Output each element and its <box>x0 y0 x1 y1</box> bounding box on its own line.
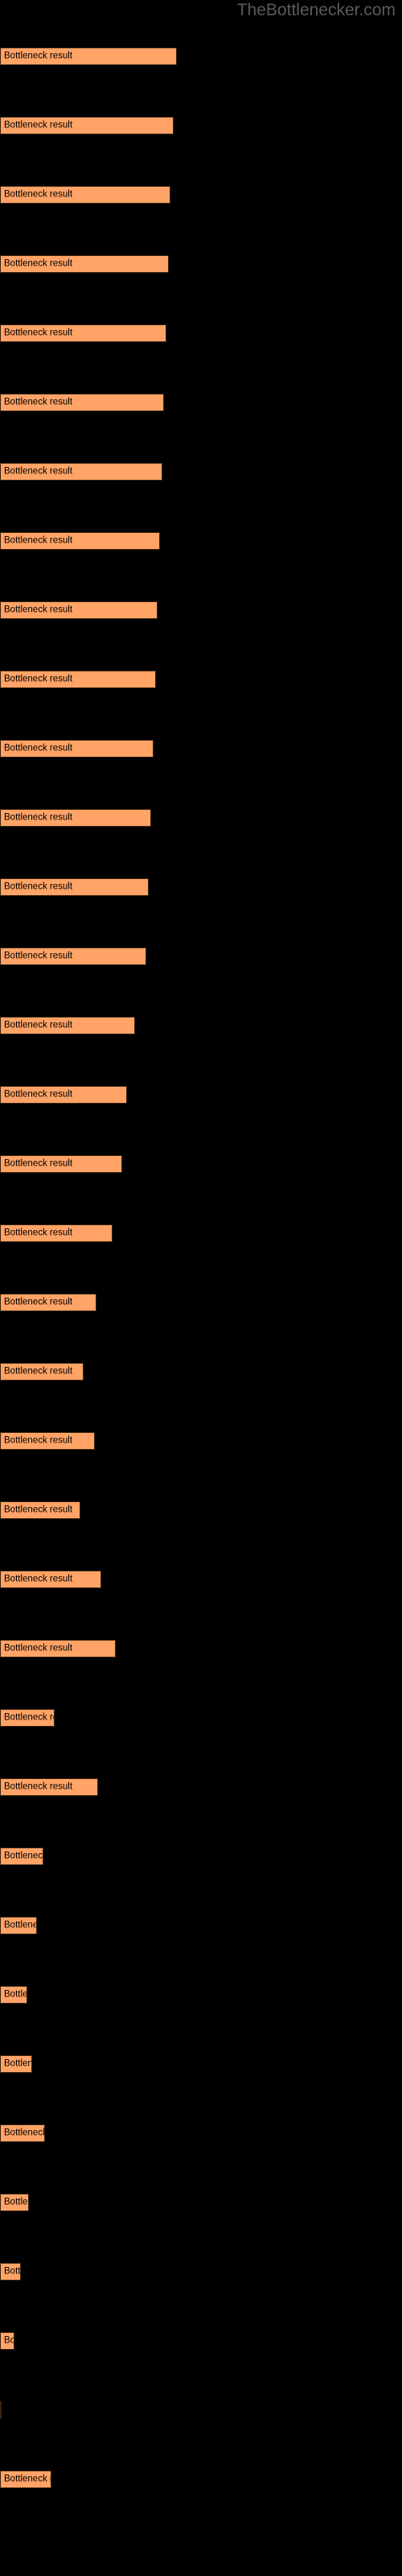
bar[interactable]: Bottleneck result <box>0 324 166 342</box>
bar[interactable]: Bottleneck result <box>0 394 164 411</box>
bar-label: Bottleneck result <box>4 881 73 892</box>
bar-label: Bottleneck result <box>4 743 73 753</box>
bar[interactable]: Bottleneck result <box>0 878 149 896</box>
bar-label: Bottleneck result <box>4 120 73 130</box>
bar[interactable]: Bottleneck result <box>0 1017 135 1034</box>
bar[interactable]: Bottleneck result <box>0 2194 29 2211</box>
bar-label: Bottleneck result <box>4 674 73 684</box>
bar[interactable]: Bottleneck result <box>0 186 170 204</box>
bar-label: Bottleneck result <box>4 1920 36 1930</box>
bar[interactable]: Bottleneck result <box>0 1917 37 1934</box>
bar[interactable]: Bottleneck result <box>0 463 162 481</box>
bar-label: Bottleneck result <box>4 189 73 200</box>
bar-label: Bottleneck result <box>4 605 73 615</box>
bar-label: Bottleneck result <box>4 535 73 546</box>
bar[interactable]: Bottleneck result <box>0 601 158 619</box>
bar[interactable]: Bottleneck result <box>0 1709 55 1727</box>
bar[interactable]: Bottleneck result <box>0 1986 27 2004</box>
bar[interactable]: Bottleneck result <box>0 809 151 827</box>
bar-label: Bottleneck result <box>4 1089 73 1100</box>
horizontal-bar-chart: Bottleneck result Bottleneck result Bottle… <box>0 0 402 2576</box>
bar[interactable]: Bottleneck result <box>0 671 156 688</box>
bar[interactable]: Bottleneck result <box>0 2332 14 2350</box>
bar[interactable]: Bottleneck result <box>0 1432 95 1450</box>
bar[interactable]: Bottleneck result <box>0 2263 21 2281</box>
bar-label: Bottleneck result <box>4 2335 14 2346</box>
bar-label: Bottleneck result <box>4 328 73 338</box>
bar[interactable]: Bottleneck result <box>0 1086 127 1104</box>
bar[interactable]: Bottleneck result <box>0 1640 116 1657</box>
bar-label: Bottleneck result <box>4 1228 73 1238</box>
bar[interactable]: Bottleneck result <box>0 532 160 550</box>
bar[interactable]: Bottleneck result <box>0 1847 43 1865</box>
bar[interactable]: Bottleneck result <box>0 1294 96 1311</box>
bar-label: Bottleneck result <box>4 1989 27 2000</box>
bar-label: Bottleneck result <box>4 2128 45 2138</box>
bar-label: Bottleneck result <box>4 1851 43 1861</box>
bar-label: Bottleneck result <box>4 2058 32 2069</box>
bar[interactable]: Bottleneck result <box>0 2055 32 2073</box>
bar-label: Bottleneck result <box>4 1297 73 1307</box>
bar[interactable]: Bottleneck result <box>0 2471 51 2488</box>
bar[interactable]: Bottleneck result <box>0 2401 2 2419</box>
bar-label: Bottleneck result <box>4 1643 73 1653</box>
bar[interactable]: Bottleneck result <box>0 740 154 758</box>
bar-label: Bottleneck result <box>4 951 73 961</box>
bar[interactable]: Bottleneck result <box>0 47 177 65</box>
bar-label: Bottleneck result <box>4 2474 51 2484</box>
bar-label: Bottleneck result <box>4 1020 73 1030</box>
bar[interactable]: Bottleneck result <box>0 255 169 273</box>
bar-label: Bottleneck result <box>4 1158 73 1169</box>
bar-label: Bottleneck result <box>4 1781 73 1792</box>
bar[interactable]: Bottleneck result <box>0 2124 45 2142</box>
bar-label: Bottleneck result <box>4 466 73 477</box>
bar-label: Bottleneck result <box>4 812 73 823</box>
bar[interactable]: Bottleneck result <box>0 1778 98 1796</box>
bar[interactable]: Bottleneck result <box>0 117 174 134</box>
bar-label: Bottleneck result <box>4 258 73 269</box>
bar[interactable]: Bottleneck result <box>0 1363 84 1381</box>
bar-label: Bottleneck result <box>4 2266 21 2277</box>
bar-label: Bottleneck result <box>4 1574 73 1584</box>
bar-label: Bottleneck result <box>4 397 73 407</box>
bar-label: Bottleneck result <box>4 1435 73 1446</box>
bar[interactable]: Bottleneck result <box>0 1501 80 1519</box>
bar[interactable]: Bottleneck result <box>0 1571 101 1588</box>
bar[interactable]: Bottleneck result <box>0 1224 113 1242</box>
bar-label: Bottleneck result <box>4 51 73 61</box>
bar-label: Bottleneck result <box>4 2197 28 2207</box>
bar-label: Bottleneck result <box>4 1712 54 1723</box>
bar[interactable]: Bottleneck result <box>0 1155 122 1173</box>
bar[interactable]: Bottleneck result <box>0 947 146 965</box>
bar-label: Bottleneck result <box>4 1366 73 1377</box>
bar-label: Bottleneck result <box>4 1505 73 1515</box>
